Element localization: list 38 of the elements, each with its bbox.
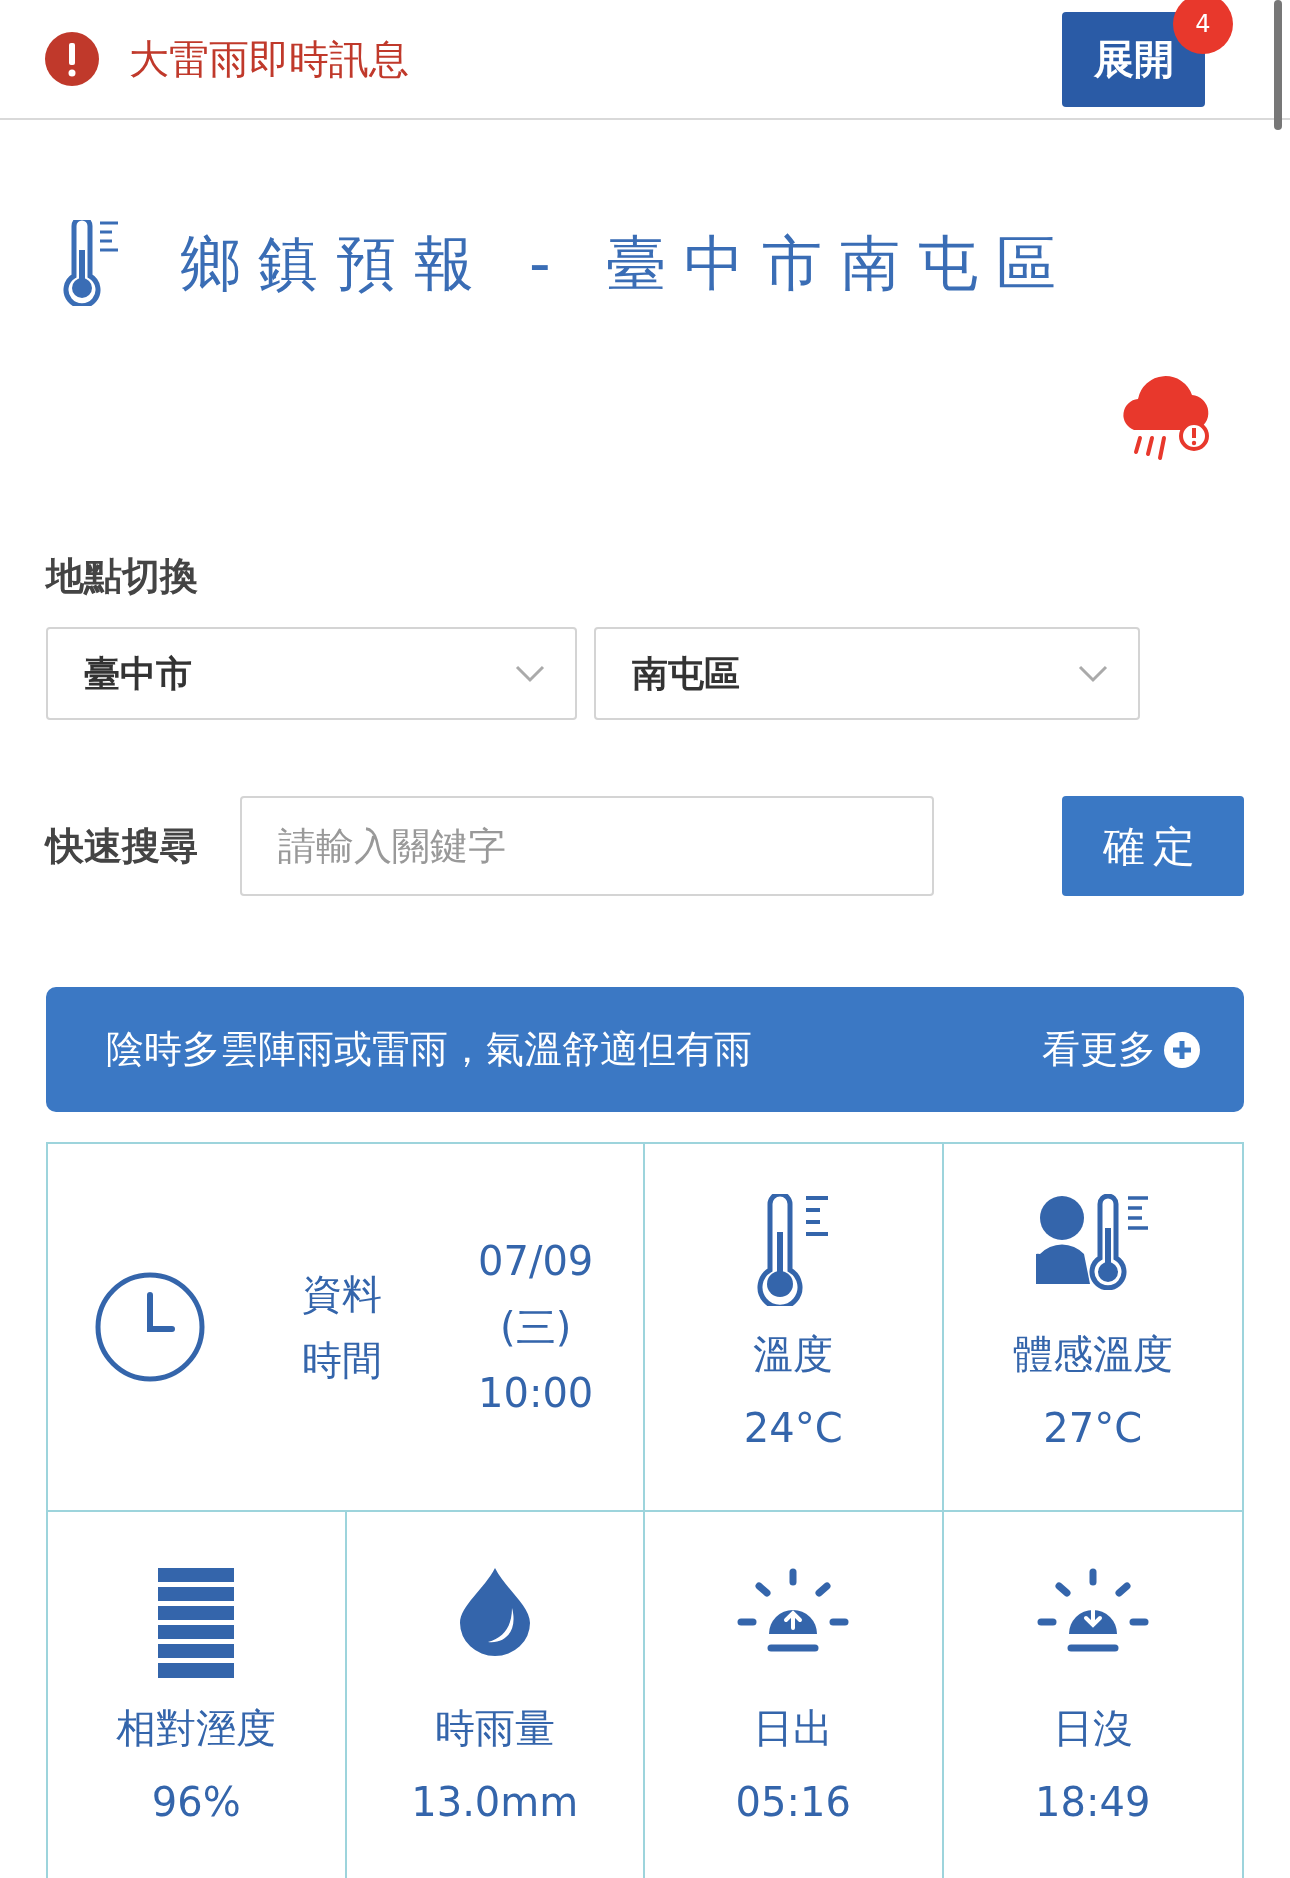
- data-time-value: 07/09 (三) 10:00: [478, 1238, 594, 1416]
- metric-label: 時雨量: [434, 1704, 555, 1753]
- metric-label: 日出: [753, 1704, 834, 1753]
- see-more-link[interactable]: 看更多: [1042, 1021, 1200, 1078]
- metric-value: 24°C: [743, 1404, 843, 1453]
- chevron-down-icon: [1078, 664, 1108, 683]
- thermometer-icon: [62, 220, 120, 306]
- search-label: 快速搜尋: [46, 822, 199, 870]
- metric-value: 96%: [151, 1778, 241, 1827]
- data-time-label: 資料 時間: [302, 1271, 382, 1383]
- scrollbar[interactable]: [1274, 0, 1282, 130]
- plus-circle-icon: [1164, 1031, 1200, 1068]
- section-label: 地點切換: [46, 553, 199, 600]
- person-thermometer-icon: [1035, 1194, 1150, 1290]
- metric-value: 13.0mm: [411, 1778, 579, 1827]
- chevron-down-icon: [515, 664, 545, 683]
- weather-summary: 陰時多雲陣雨或雷雨，氣溫舒適但有雨: [106, 1026, 752, 1073]
- stacked-bars-icon: [158, 1568, 235, 1678]
- metric-label: 日沒: [1052, 1704, 1133, 1753]
- dropdown[interactable]: 南屯區: [594, 627, 1140, 720]
- metric-label: 相對溼度: [116, 1704, 277, 1753]
- water-drop-icon: [459, 1568, 530, 1656]
- search-field[interactable]: 請輸入關鍵字: [240, 796, 934, 896]
- sunrise-icon: [737, 1568, 850, 1654]
- alert-icon: [45, 32, 99, 86]
- metric-value: 27°C: [1043, 1404, 1143, 1453]
- page-title: 鄉鎮預報 - 臺中市南屯區: [180, 227, 1074, 300]
- thermometer-icon: [756, 1194, 831, 1306]
- dropdown[interactable]: 臺中市: [46, 627, 577, 720]
- metric-label: 體感溫度: [1012, 1330, 1173, 1379]
- alert-title: 大雷雨即時訊息: [129, 35, 409, 84]
- metric-value: 18:49: [1035, 1778, 1151, 1827]
- metric-label: 溫度: [753, 1330, 834, 1379]
- notification-badge: 4: [1173, 0, 1233, 54]
- sunset-icon: [1036, 1568, 1149, 1654]
- clock-icon: [94, 1271, 206, 1383]
- confirm-button[interactable]: 確定: [1062, 796, 1244, 896]
- metric-value: 05:16: [735, 1778, 851, 1827]
